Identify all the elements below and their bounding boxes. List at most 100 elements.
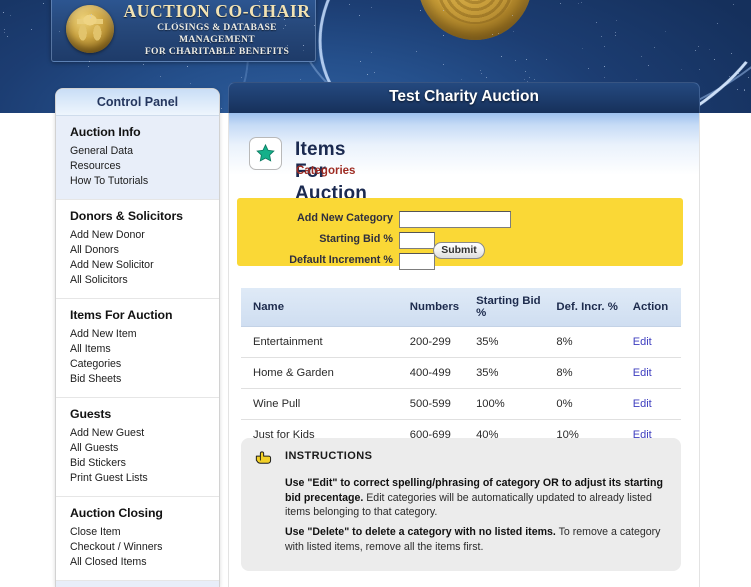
starting-bid-input[interactable] [399, 232, 435, 249]
sidebar-item-how-to-tutorials[interactable]: How To Tutorials [70, 174, 219, 189]
sidebar-group-heading[interactable]: Items For Auction [70, 308, 219, 322]
sidebar-item-print-guest-lists[interactable]: Print Guest Lists [70, 471, 219, 486]
add-category-form: Add New Category Starting Bid % Default … [237, 198, 683, 270]
control-panel-title: Control Panel [96, 95, 179, 109]
edit-link[interactable]: Edit [633, 336, 652, 348]
table-row: Home & Garden 400-499 35% 8% Edit [241, 357, 681, 389]
sidebar-item-categories[interactable]: Categories [70, 357, 219, 372]
banner-star-speck [374, 71, 376, 73]
column-header-action: Action [632, 288, 681, 327]
banner-star-speck [603, 66, 605, 68]
banner-star-speck [577, 3, 579, 5]
sidebar-item-bid-stickers[interactable]: Bid Stickers [70, 456, 219, 471]
category-action-cell: Edit [632, 326, 681, 358]
banner-star-speck [159, 76, 161, 78]
banner-star-speck [443, 35, 445, 37]
submit-button[interactable]: Submit [433, 242, 485, 259]
add-new-category-input[interactable] [399, 211, 511, 228]
banner-star-speck [169, 49, 171, 51]
form-row-starting-bid: Starting Bid % [237, 232, 393, 249]
banner-star-speck [533, 79, 535, 81]
sidebar-item-all-solicitors[interactable]: All Solicitors [70, 273, 219, 288]
instructions-p2-bold: Use "Delete" to delete a category with n… [285, 526, 556, 538]
starting-bid-label: Starting Bid % [319, 233, 393, 245]
banner-star-speck [175, 23, 177, 25]
banner-star-speck [88, 66, 90, 68]
sidebar-item-close-item[interactable]: Close Item [70, 525, 219, 540]
banner-star-speck [164, 53, 166, 55]
category-def-incr-cell: 8% [556, 326, 633, 358]
sidebar-item-add-new-donor[interactable]: Add New Donor [70, 228, 219, 243]
banner-star-speck [370, 52, 372, 54]
banner-star-speck [512, 14, 514, 16]
banner-star-speck [302, 45, 304, 47]
banner-star-speck [729, 76, 731, 78]
banner-star-speck [582, 47, 584, 49]
default-increment-input[interactable] [399, 253, 435, 270]
banner-star-speck [699, 69, 701, 71]
banner-star-speck [31, 28, 33, 30]
banner-star-speck [258, 0, 260, 2]
sidebar-item-add-new-item[interactable]: Add New Item [70, 327, 219, 342]
banner-star-speck [615, 19, 617, 21]
sidebar-group-heading[interactable]: Auction Closing [70, 506, 219, 520]
sidebar-item-bid-sheets[interactable]: Bid Sheets [70, 372, 219, 387]
edit-link[interactable]: Edit [633, 398, 652, 410]
banner-star-speck [443, 64, 445, 66]
sidebar-item-all-closed-items[interactable]: All Closed Items [70, 555, 219, 570]
brand-logo[interactable]: AUCTION CO-CHAIR CLOSINGS & DATABASE MAN… [51, 0, 316, 62]
banner-star-speck [529, 76, 531, 78]
brand-text-block: AUCTION CO-CHAIR CLOSINGS & DATABASE MAN… [122, 1, 312, 58]
star-icon [249, 137, 282, 170]
categories-table: Name Numbers Starting Bid % Def. Incr. %… [241, 288, 681, 451]
banner-star-speck [559, 2, 561, 4]
sidebar-item-general-data[interactable]: General Data [70, 144, 219, 159]
sidebar-group-donors-solicitors: Donors & Solicitors Add New Donor All Dono… [56, 200, 219, 299]
sidebar-item-add-new-guest[interactable]: Add New Guest [70, 426, 219, 441]
edit-link[interactable]: Edit [633, 367, 652, 379]
instructions-title: INSTRUCTIONS [285, 450, 373, 462]
banner-star-speck [485, 77, 487, 79]
banner-star-speck [604, 77, 606, 79]
page-subtitle: Categories [296, 165, 356, 177]
category-name-cell: Wine Pull [241, 388, 410, 420]
category-numbers-cell: 400-499 [409, 357, 477, 389]
banner-star-speck [195, 5, 197, 7]
sidebar-item-checkout-winners[interactable]: Checkout / Winners [70, 540, 219, 555]
column-header-numbers: Numbers [409, 288, 477, 327]
sidebar-item-all-guests[interactable]: All Guests [70, 441, 219, 456]
brand-tagline-line1: CLOSINGS & DATABASE MANAGEMENT [157, 22, 277, 45]
banner-star-speck [162, 54, 164, 56]
banner-star-speck [6, 36, 8, 38]
banner-star-speck [303, 50, 305, 52]
sidebar-item-add-new-solicitor[interactable]: Add New Solicitor [70, 258, 219, 273]
category-def-incr-cell: 8% [556, 357, 633, 389]
banner-star-speck [420, 9, 422, 11]
category-starting-bid-cell: 35% [476, 357, 557, 389]
sidebar-group-auction-closing: Auction Closing Close Item Checkout / Winn… [56, 497, 219, 581]
gold-coin-fleur-de-lis-icon [66, 5, 114, 53]
banner-star-speck [190, 82, 192, 84]
sidebar-nav: Auction Info General Data Resources How To … [56, 116, 219, 587]
gold-coin-icon [418, 0, 532, 40]
banner-star-speck [221, 107, 223, 109]
banner-star-speck [313, 24, 315, 26]
sidebar-item-all-donors[interactable]: All Donors [70, 243, 219, 258]
banner-star-speck [183, 38, 185, 40]
banner-star-speck [515, 59, 517, 61]
auction-title-bar: Test Charity Auction [228, 82, 700, 113]
sidebar-item-resources[interactable]: Resources [70, 159, 219, 174]
sidebar-group-heading[interactable]: Guests [70, 407, 219, 421]
banner-star-speck [442, 10, 444, 12]
table-header-row: Name Numbers Starting Bid % Def. Incr. %… [241, 288, 681, 327]
main-content-panel: Items For Auction Categories Add New Cat… [228, 113, 700, 587]
sidebar-item-all-items[interactable]: All Items [70, 342, 219, 357]
banner-star-speck [524, 70, 526, 72]
sidebar-group-heading[interactable]: Donors & Solicitors [70, 209, 219, 223]
sidebar-group-heading[interactable]: Auction Info [70, 125, 219, 139]
banner-star-speck [523, 79, 525, 81]
banner-star-speck [697, 45, 699, 47]
banner-star-speck [492, 34, 494, 36]
banner-star-speck [238, 42, 240, 44]
category-action-cell: Edit [632, 388, 681, 420]
